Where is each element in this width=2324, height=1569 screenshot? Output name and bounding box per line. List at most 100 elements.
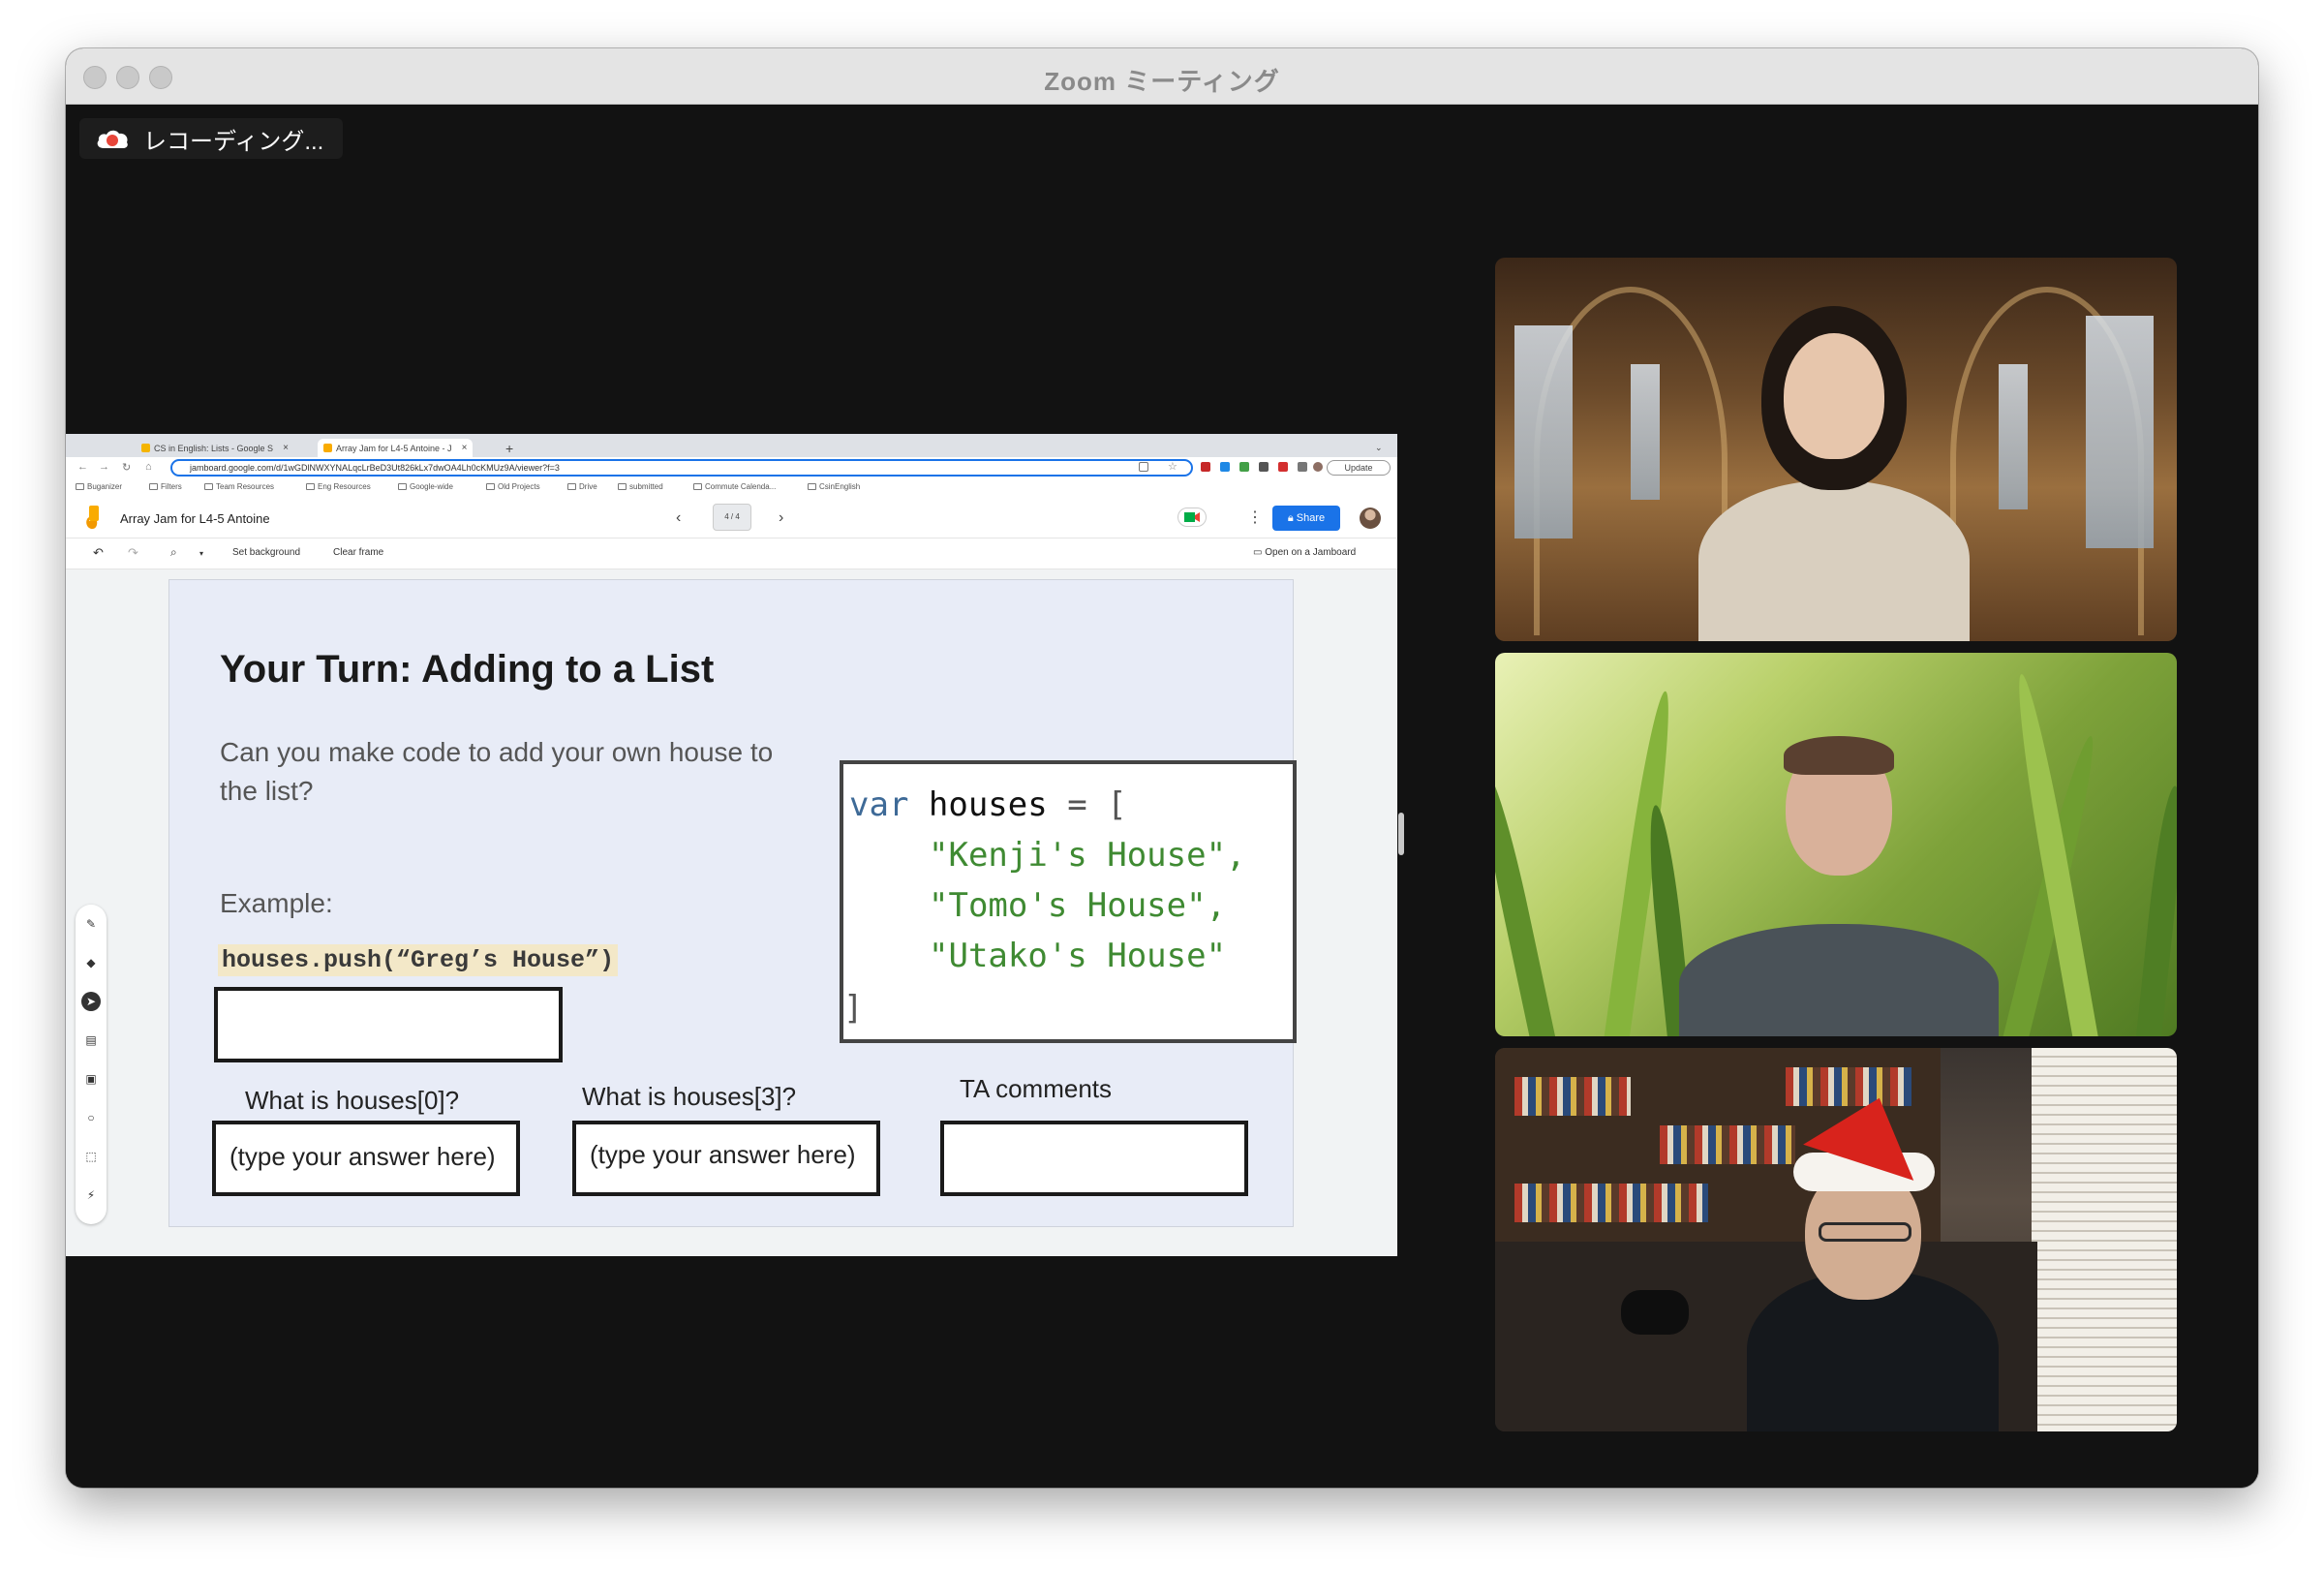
share-button[interactable]: 🔒︎ Share <box>1272 506 1340 531</box>
answer-box-houses-0[interactable]: (type your answer here) <box>212 1121 520 1196</box>
zoom-icon[interactable]: ⌕ <box>170 545 177 560</box>
next-frame-icon[interactable]: › <box>779 509 783 527</box>
undo-icon[interactable]: ↶ <box>93 545 104 561</box>
text-box-icon[interactable]: ⬚ <box>81 1147 101 1166</box>
jamboard-header: Array Jam for L4-5 Antoine ‹ 4 / 4 › ⋮ 🔒… <box>66 496 1397 538</box>
more-options-icon[interactable]: ⋮ <box>1247 508 1263 527</box>
extension-icon[interactable] <box>1201 462 1210 472</box>
bookmark-item[interactable]: Commute Calenda... <box>693 482 776 491</box>
bug-icon <box>76 483 84 490</box>
extension-icon[interactable] <box>1259 462 1269 472</box>
participant-video[interactable] <box>1495 1048 2177 1431</box>
redo-icon[interactable]: ↷ <box>128 545 138 561</box>
forward-icon[interactable]: → <box>99 461 109 473</box>
sticky-note-icon[interactable]: ▤ <box>81 1031 101 1050</box>
jamboard-title[interactable]: Array Jam for L4-5 Antoine <box>120 511 270 526</box>
folder-icon <box>486 483 495 490</box>
previous-frame-icon[interactable]: ‹ <box>676 509 681 527</box>
answer-placeholder: (type your answer here) <box>229 1142 496 1171</box>
participant-person <box>1747 1080 1999 1431</box>
code-line: ] <box>843 989 864 1028</box>
microphone-icon <box>1621 1290 1689 1335</box>
meeting-stage: レコーディング... CS in English: Lists - Google… <box>66 105 2258 1488</box>
jam-frame[interactable]: Your Turn: Adding to a List Can you make… <box>168 579 1297 1227</box>
participant-person <box>1679 736 1999 1036</box>
folder-icon <box>808 483 816 490</box>
window-blinds <box>2032 1048 2177 1431</box>
recording-indicator[interactable]: レコーディング... <box>79 118 344 159</box>
share-page-icon[interactable] <box>1139 462 1148 472</box>
question-label-houses-0: What is houses[0]? <box>245 1086 460 1115</box>
select-icon[interactable]: ➤ <box>81 992 101 1011</box>
code-answer-box[interactable] <box>214 987 563 1062</box>
lock-icon: 🔒︎ <box>1287 512 1297 524</box>
update-button[interactable]: Update <box>1327 460 1391 476</box>
window-title: Zoom ミーティング <box>1044 67 1280 96</box>
participant-video[interactable] <box>1495 653 2177 1036</box>
browser-tab-bar: CS in English: Lists - Google S × Array … <box>66 434 1397 457</box>
account-avatar[interactable] <box>1360 508 1381 529</box>
open-on-jamboard-button[interactable]: ▭ Open on a Jamboard <box>1253 547 1356 558</box>
folder-icon <box>398 483 407 490</box>
close-tab-icon[interactable]: × <box>462 443 468 453</box>
close-tab-icon[interactable]: × <box>283 443 289 453</box>
profile-icon[interactable] <box>1313 462 1323 472</box>
bookmark-item[interactable]: submitted <box>618 482 663 491</box>
cloud-recording-icon <box>97 130 128 148</box>
monitor-icon: ▭ <box>1253 547 1266 558</box>
gmail-icon <box>149 483 158 490</box>
bookmark-item[interactable]: CsinEnglish <box>808 482 860 491</box>
video-background <box>2086 316 2154 548</box>
tab-label: Array Jam for L4-5 Antoine - J <box>336 443 452 453</box>
back-icon[interactable]: ← <box>77 461 88 473</box>
glasses <box>1819 1222 1911 1242</box>
extension-icon[interactable] <box>1220 462 1230 472</box>
tab-search-icon[interactable]: ⌄ <box>1369 439 1389 457</box>
home-icon[interactable]: ⌂ <box>145 461 152 473</box>
recording-label: レコーディング... <box>143 128 324 155</box>
new-tab-button[interactable]: + <box>500 439 519 457</box>
bookmark-item[interactable]: Eng Resources <box>306 482 371 491</box>
browser-tab[interactable]: CS in English: Lists - Google S × <box>136 439 294 457</box>
browser-tab-active[interactable]: Array Jam for L4-5 Antoine - J × <box>318 439 474 457</box>
eraser-icon[interactable]: ◆ <box>81 953 101 972</box>
circle-icon[interactable]: ○ <box>81 1108 101 1127</box>
meet-camera-icon <box>1184 512 1200 522</box>
bookmark-star-icon[interactable]: ☆ <box>1168 460 1177 473</box>
pen-icon[interactable]: ✎ <box>81 914 101 934</box>
person-hair <box>1784 736 1894 775</box>
extension-icon[interactable] <box>1278 462 1288 472</box>
bookmark-item[interactable]: Google-wide <box>398 482 453 491</box>
set-background-button[interactable]: Set background <box>232 547 300 558</box>
answer-box-houses-3[interactable]: (type your answer here) <box>572 1121 880 1196</box>
title-bar: Zoom ミーティング <box>66 48 2258 105</box>
bookmark-item[interactable]: Filters <box>149 482 182 491</box>
answer-placeholder: (type your answer here) <box>590 1140 856 1169</box>
laser-icon[interactable]: ⚡︎ <box>81 1185 101 1205</box>
code-line: "Tomo's House", <box>929 886 1227 925</box>
zoom-dropdown-icon[interactable]: ▾ <box>199 549 203 558</box>
jamboard-tool-rail: ✎ ◆ ➤ ▤ ▣ ○ ⬚ ⚡︎ <box>76 905 107 1224</box>
person-body <box>1698 480 1970 641</box>
meet-icon[interactable] <box>1177 508 1207 527</box>
url-input[interactable]: jamboard.google.com/d/1wGDlNWXYNALqcLrBe… <box>170 459 1193 477</box>
bookmark-item[interactable]: Team Resources <box>204 482 274 491</box>
code-line: "Kenji's House", <box>929 836 1246 875</box>
bookmark-item[interactable]: Buganizer <box>76 482 122 491</box>
jamboard-canvas: Your Turn: Adding to a List Can you make… <box>66 569 1397 1256</box>
clear-frame-button[interactable]: Clear frame <box>333 547 383 558</box>
extension-icon[interactable] <box>1239 462 1249 472</box>
bookmark-item[interactable]: Old Projects <box>486 482 540 491</box>
zoom-window: Zoom ミーティング レコーディング... CS in English: Li… <box>66 48 2258 1488</box>
ta-comments-box[interactable] <box>940 1121 1248 1196</box>
bookmark-item[interactable]: Drive <box>567 482 597 491</box>
puzzle-icon[interactable] <box>1298 462 1307 472</box>
frame-bar-button[interactable]: 4 / 4 <box>713 504 751 531</box>
jamboard-icon <box>323 444 332 452</box>
reload-icon[interactable]: ↻ <box>122 461 131 474</box>
image-icon[interactable]: ▣ <box>81 1069 101 1089</box>
code-line: var houses = [ <box>849 785 1127 824</box>
split-view-handle[interactable] <box>1398 813 1404 855</box>
video-background <box>1495 768 1559 1036</box>
participant-video[interactable] <box>1495 258 2177 641</box>
